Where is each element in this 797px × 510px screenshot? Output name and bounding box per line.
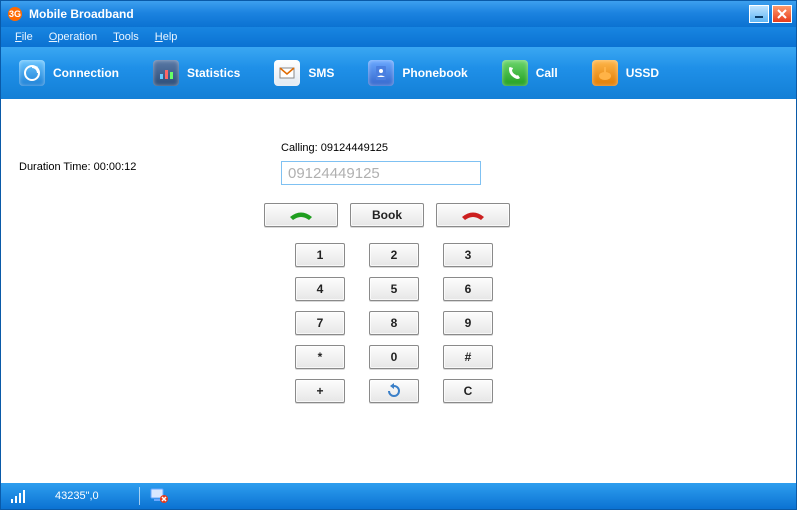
book-button[interactable]: Book: [350, 203, 424, 227]
key-4[interactable]: 4: [295, 277, 345, 301]
tool-call-label: Call: [536, 66, 558, 80]
phone-number-input[interactable]: [281, 161, 481, 185]
duration-time-label: Duration Time: 00:00:12: [19, 161, 136, 173]
status-divider: [139, 487, 140, 505]
call-icon: [502, 60, 528, 86]
calling-status-label: Calling: 09124449125: [281, 142, 388, 154]
key-redial[interactable]: [369, 379, 419, 403]
menu-operation[interactable]: Operation: [41, 29, 105, 45]
menu-help[interactable]: Help: [147, 29, 186, 45]
phone-green-icon: [286, 208, 316, 222]
key-plus[interactable]: +: [295, 379, 345, 403]
tool-call[interactable]: Call: [496, 56, 564, 90]
tool-statistics-label: Statistics: [187, 66, 240, 80]
redial-icon: [386, 383, 402, 399]
key-3[interactable]: 3: [443, 243, 493, 267]
key-2[interactable]: 2: [369, 243, 419, 267]
sms-icon: [274, 60, 300, 86]
connection-icon: [19, 60, 45, 86]
call-panel: Duration Time: 00:00:12 Calling: 0912444…: [1, 99, 796, 483]
status-bar: 43235",0: [1, 483, 796, 509]
phonebook-icon: [368, 60, 394, 86]
key-7[interactable]: 7: [295, 311, 345, 335]
key-8[interactable]: 8: [369, 311, 419, 335]
app-icon: 3G: [7, 6, 23, 22]
tool-connection[interactable]: Connection: [13, 56, 125, 90]
menu-file[interactable]: File: [7, 29, 41, 45]
menu-tools[interactable]: Tools: [105, 29, 147, 45]
phone-red-icon: [458, 208, 488, 222]
key-0[interactable]: 0: [369, 345, 419, 369]
call-action-row: Book: [264, 203, 510, 227]
key-9[interactable]: 9: [443, 311, 493, 335]
tool-sms[interactable]: SMS: [268, 56, 340, 90]
key-6[interactable]: 6: [443, 277, 493, 301]
key-hash[interactable]: #: [443, 345, 493, 369]
window-title: Mobile Broadband: [29, 7, 134, 21]
toolbar: Connection Statistics SMS Phonebook Call…: [1, 47, 796, 99]
tool-sms-label: SMS: [308, 66, 334, 80]
statistics-icon: [153, 60, 179, 86]
network-status-icon: [150, 487, 168, 506]
tool-statistics[interactable]: Statistics: [147, 56, 246, 90]
tool-connection-label: Connection: [53, 66, 119, 80]
keypad: 1 2 3 4 5 6 7 8 9 * 0 # + C: [295, 243, 493, 413]
tool-ussd[interactable]: USSD: [586, 56, 665, 90]
ussd-icon: [592, 60, 618, 86]
dial-button[interactable]: [264, 203, 338, 227]
minimize-button[interactable]: [749, 5, 769, 23]
key-5[interactable]: 5: [369, 277, 419, 301]
signal-icon: [11, 488, 31, 504]
tool-ussd-label: USSD: [626, 66, 659, 80]
title-bar: 3G Mobile Broadband: [1, 1, 796, 27]
status-text: 43235",0: [55, 490, 99, 502]
close-button[interactable]: [772, 5, 792, 23]
svg-text:3G: 3G: [9, 9, 21, 19]
tool-phonebook[interactable]: Phonebook: [362, 56, 473, 90]
key-1[interactable]: 1: [295, 243, 345, 267]
hangup-button[interactable]: [436, 203, 510, 227]
tool-phonebook-label: Phonebook: [402, 66, 467, 80]
key-star[interactable]: *: [295, 345, 345, 369]
menu-bar: File Operation Tools Help: [1, 27, 796, 47]
key-clear[interactable]: C: [443, 379, 493, 403]
